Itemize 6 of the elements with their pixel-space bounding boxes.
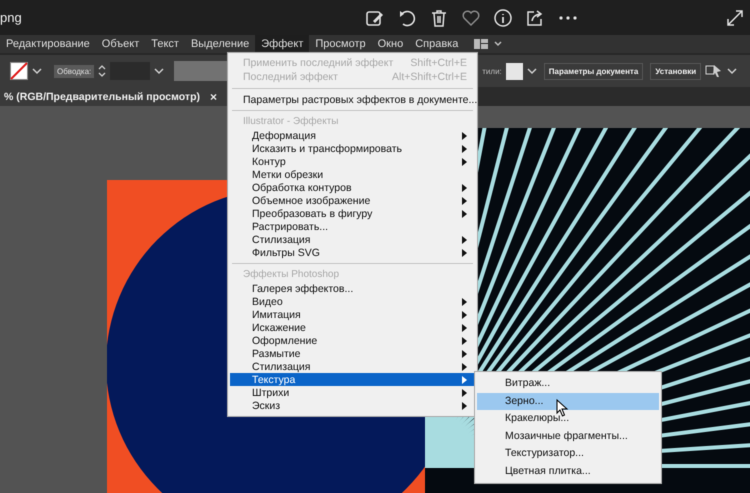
tab-title: % (RGB/Предварительный просмотр) (4, 90, 200, 102)
menu-section-header: Эффекты Photoshop (242, 268, 340, 281)
styles-label: тили: (482, 66, 502, 76)
stroke-label: Обводка: (54, 64, 94, 78)
file-name: png (0, 10, 22, 25)
menu-section-header: Illustrator - Эффекты (242, 115, 340, 128)
